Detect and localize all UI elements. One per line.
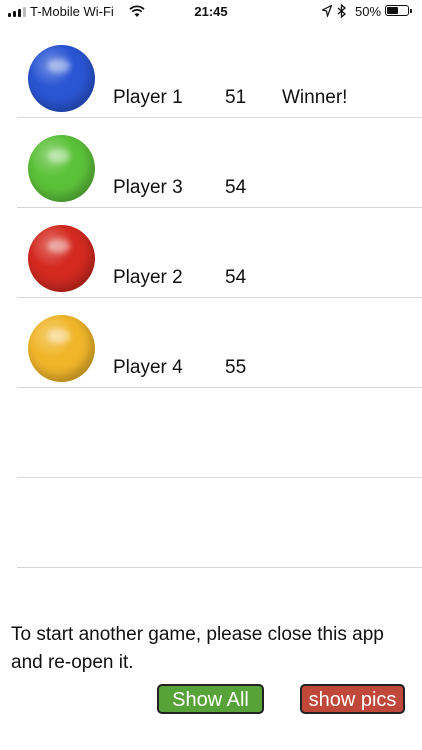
show-pics-button[interactable]: show pics (300, 684, 405, 714)
score-list: Player 1 51 Winner! Player 3 54 Player 2… (17, 28, 422, 568)
empty-row (17, 478, 422, 568)
status-bar: T-Mobile Wi-Fi 21:45 50% (0, 0, 422, 24)
score-row-2: Player 3 54 (17, 118, 422, 208)
score-row-1: Player 1 51 Winner! (17, 28, 422, 118)
battery-percent: 50% (355, 4, 382, 19)
player-score: 51 (225, 87, 247, 108)
location-arrow-icon (322, 5, 332, 17)
show-all-button[interactable]: Show All (157, 684, 264, 714)
score-row-4: Player 4 55 (17, 298, 422, 388)
empty-row (17, 388, 422, 478)
player-name: Player 3 (113, 177, 183, 198)
player-score: 54 (225, 177, 247, 198)
restart-message: To start another game, please close this… (11, 624, 384, 673)
battery-fill (387, 7, 398, 14)
ball-icon-green (28, 135, 95, 202)
player-score: 54 (225, 267, 247, 288)
ball-icon-blue (28, 45, 95, 112)
bluetooth-icon (337, 4, 346, 18)
battery-icon (385, 5, 412, 16)
winner-label: Winner! (282, 87, 348, 108)
score-row-3: Player 2 54 (17, 208, 422, 298)
player-name: Player 2 (113, 267, 183, 288)
player-name: Player 4 (113, 357, 183, 378)
ball-icon-red (28, 225, 95, 292)
player-score: 55 (225, 357, 247, 378)
ball-icon-yellow (28, 315, 95, 382)
player-name: Player 1 (113, 87, 183, 108)
